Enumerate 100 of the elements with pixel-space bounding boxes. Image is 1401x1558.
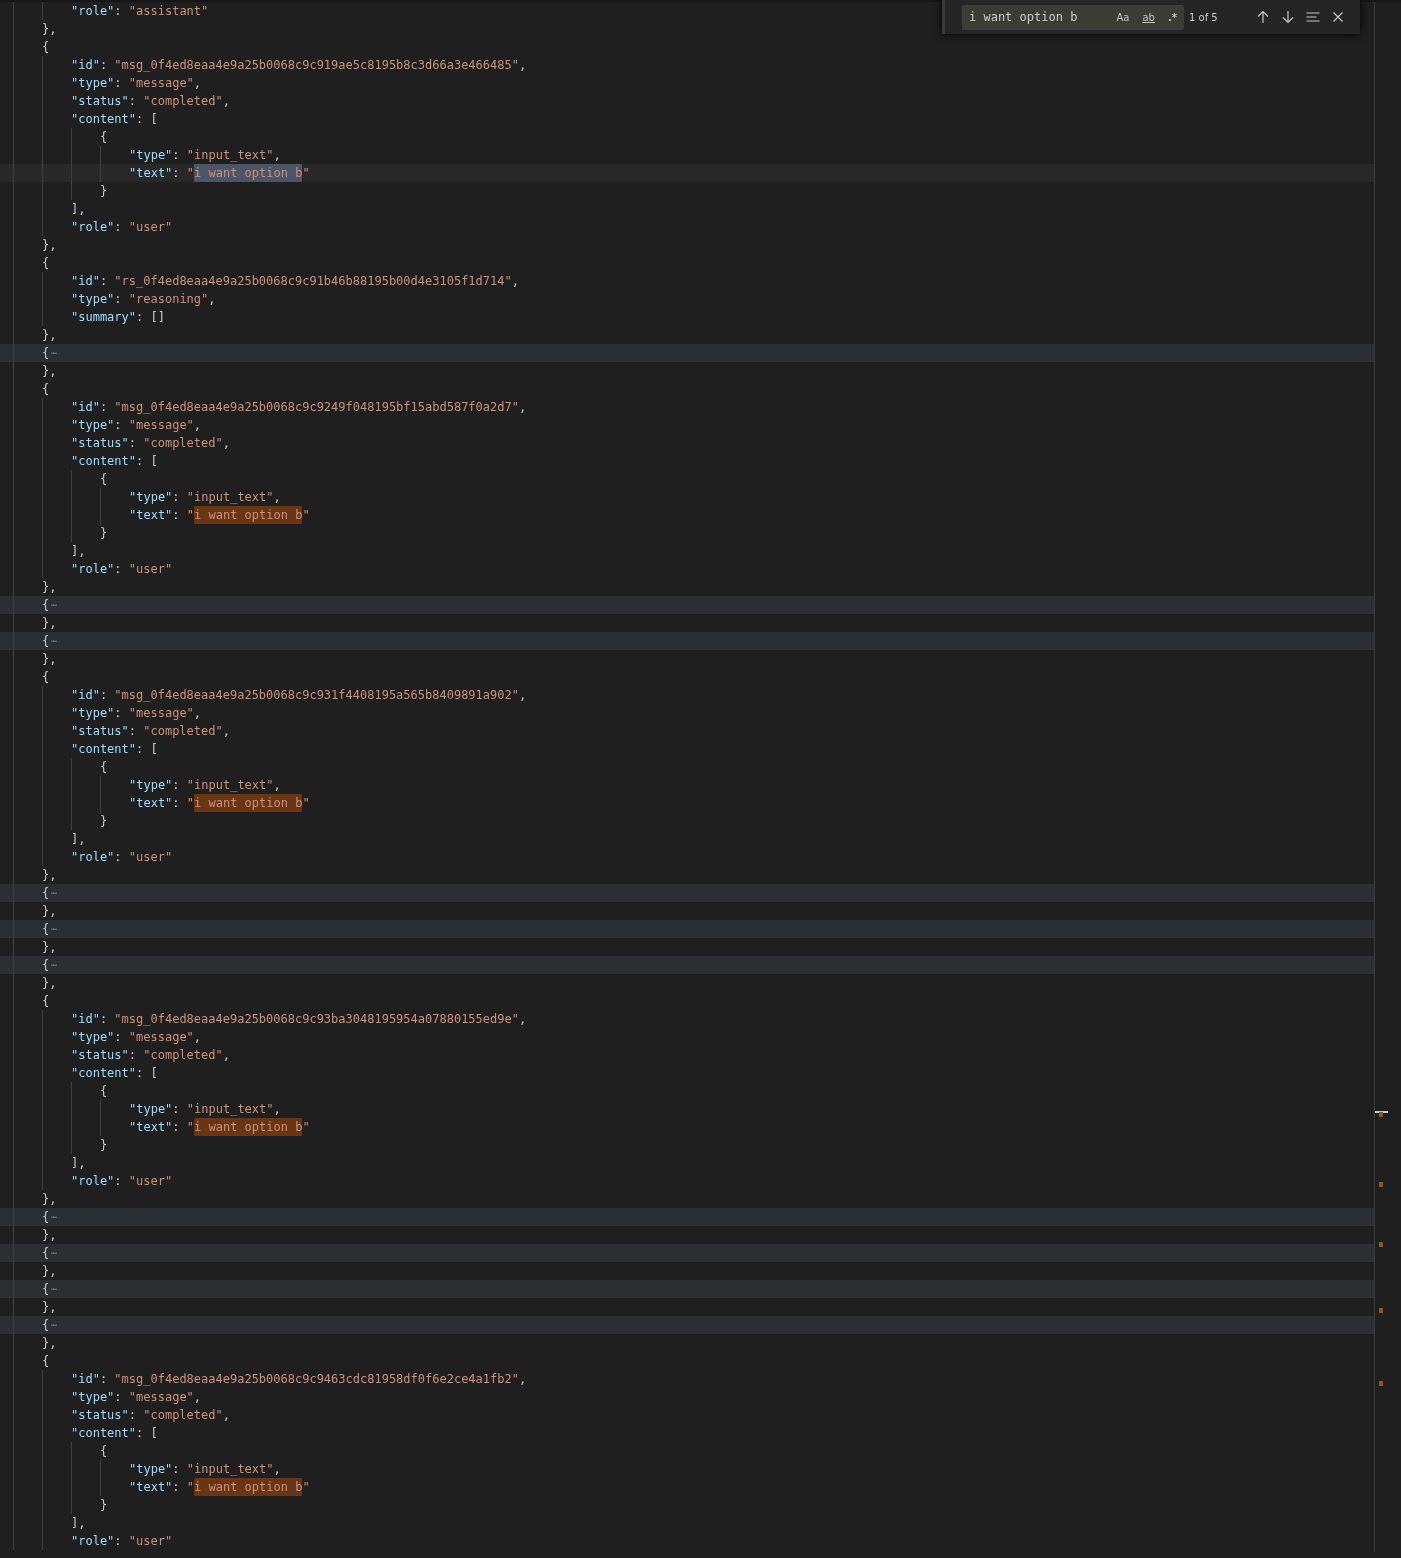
arrow-down-icon[interactable] (1280, 9, 1296, 25)
json-punctuation: , (273, 777, 281, 794)
fold-ellipsis[interactable]: ⋯ (49, 1280, 57, 1298)
json-key: "type" (71, 74, 115, 92)
json-punctuation: : (114, 849, 123, 866)
json-punctuation: , (518, 57, 527, 74)
json-punctuation: } (100, 525, 108, 542)
json-punctuation: }, (42, 237, 57, 254)
json-punctuation: : (114, 1533, 123, 1550)
json-string: "rs_0f4ed8eaa4e9a25b0068c9c91b46b88195b00d4e3105f1d714" (114, 273, 512, 290)
json-punctuation: , (273, 1101, 281, 1118)
json-punctuation: } (100, 813, 108, 830)
json-punctuation: : (99, 273, 109, 290)
json-key: "role" (71, 1172, 115, 1190)
json-key: "role" (71, 2, 115, 20)
json-punctuation: , (193, 1029, 202, 1046)
json-string: " (302, 507, 310, 524)
json-punctuation: , (193, 75, 202, 92)
json-punctuation: : [] (136, 309, 165, 326)
json-punctuation: { (100, 1083, 108, 1100)
json-punctuation: , (518, 1371, 527, 1388)
json-key: "type" (129, 1100, 173, 1118)
fold-ellipsis[interactable]: ⋯ (49, 1316, 57, 1334)
json-punctuation: { (42, 39, 50, 56)
json-string: " (302, 1479, 310, 1496)
json-punctuation: } (100, 1497, 108, 1514)
json-punctuation: : (114, 561, 123, 578)
json-string: "msg_0f4ed8eaa4e9a25b0068c9c93ba3048195954a07880155ed9e" (114, 1011, 519, 1028)
json-key: "role" (71, 218, 115, 236)
json-punctuation: { (42, 885, 50, 902)
json-punctuation: }, (42, 1263, 57, 1280)
fold-ellipsis[interactable]: ⋯ (49, 344, 57, 362)
json-string: " (186, 165, 195, 182)
json-punctuation: , (208, 291, 216, 308)
json-string: " (186, 1119, 195, 1136)
find-input[interactable]: i want option b Aa ab .* (962, 4, 1184, 30)
json-string: "completed" (143, 93, 223, 110)
fold-ellipsis[interactable]: ⋯ (49, 956, 57, 974)
json-punctuation: : (128, 1407, 138, 1424)
json-string: "message" (128, 75, 194, 92)
fold-ellipsis[interactable]: ⋯ (49, 596, 57, 614)
case-toggle[interactable]: Aa (1113, 9, 1133, 25)
json-punctuation: : (99, 1371, 109, 1388)
word-toggle[interactable]: ab (1139, 9, 1158, 25)
json-punctuation: ], (71, 1155, 86, 1172)
json-punctuation: ], (71, 543, 86, 560)
json-key: "type" (71, 1028, 115, 1046)
json-key: "type" (129, 1460, 173, 1478)
json-string: "msg_0f4ed8eaa4e9a25b0068c9c9463cdc81958df0f6e2ce4a1fb2" (114, 1371, 519, 1388)
json-key: "content" (71, 110, 137, 128)
json-punctuation: : (114, 1173, 123, 1190)
json-punctuation: , (222, 723, 230, 740)
json-punctuation: : [ (136, 741, 158, 758)
json-punctuation: : (172, 1101, 181, 1118)
json-string: "reasoning" (128, 291, 209, 308)
lines-icon[interactable] (1305, 9, 1321, 25)
regex-toggle[interactable]: .* (1164, 9, 1180, 25)
json-punctuation: , (193, 705, 202, 722)
fold-ellipsis[interactable]: ⋯ (49, 1208, 57, 1226)
json-key: "type" (129, 146, 173, 164)
fold-ellipsis[interactable]: ⋯ (49, 1244, 57, 1262)
json-punctuation: : (99, 57, 109, 74)
json-string: "message" (128, 1029, 194, 1046)
json-punctuation: }, (42, 1227, 57, 1244)
json-punctuation: , (222, 93, 230, 110)
json-punctuation: : (114, 291, 123, 308)
json-punctuation: : (99, 1011, 109, 1028)
json-string: " (186, 507, 195, 524)
json-punctuation: , (273, 147, 281, 164)
json-key: "id" (71, 272, 100, 290)
json-key: "type" (129, 488, 173, 506)
fold-ellipsis[interactable]: ⋯ (49, 920, 57, 938)
json-punctuation: ], (71, 201, 86, 218)
json-string: "user" (128, 1533, 173, 1550)
fold-ellipsis[interactable]: ⋯ (49, 884, 57, 902)
json-punctuation: { (42, 1353, 50, 1370)
fold-ellipsis[interactable]: ⋯ (49, 632, 57, 650)
json-punctuation: }, (42, 903, 57, 920)
json-string: "input_text" (186, 1101, 274, 1118)
json-punctuation: : (172, 1479, 181, 1496)
json-key: "content" (71, 1064, 137, 1082)
json-key: "role" (71, 1532, 115, 1550)
json-key: "type" (129, 776, 173, 794)
json-string: " (302, 1119, 310, 1136)
json-punctuation: : (114, 1389, 123, 1406)
json-key: "status" (71, 1046, 129, 1064)
json-punctuation: { (42, 921, 50, 938)
arrow-up-icon[interactable] (1255, 9, 1271, 25)
json-string: "message" (128, 1389, 194, 1406)
json-punctuation: : [ (136, 453, 158, 470)
json-punctuation: : (114, 3, 123, 20)
json-key: "id" (71, 1010, 100, 1028)
json-punctuation: }, (42, 867, 57, 884)
json-punctuation: : (114, 1029, 123, 1046)
json-punctuation: : (128, 723, 138, 740)
json-punctuation: , (222, 435, 230, 452)
json-string: " (186, 1479, 195, 1496)
json-punctuation: : [ (136, 111, 158, 128)
json-key: "id" (71, 1370, 100, 1388)
json-key: "type" (71, 1388, 115, 1406)
